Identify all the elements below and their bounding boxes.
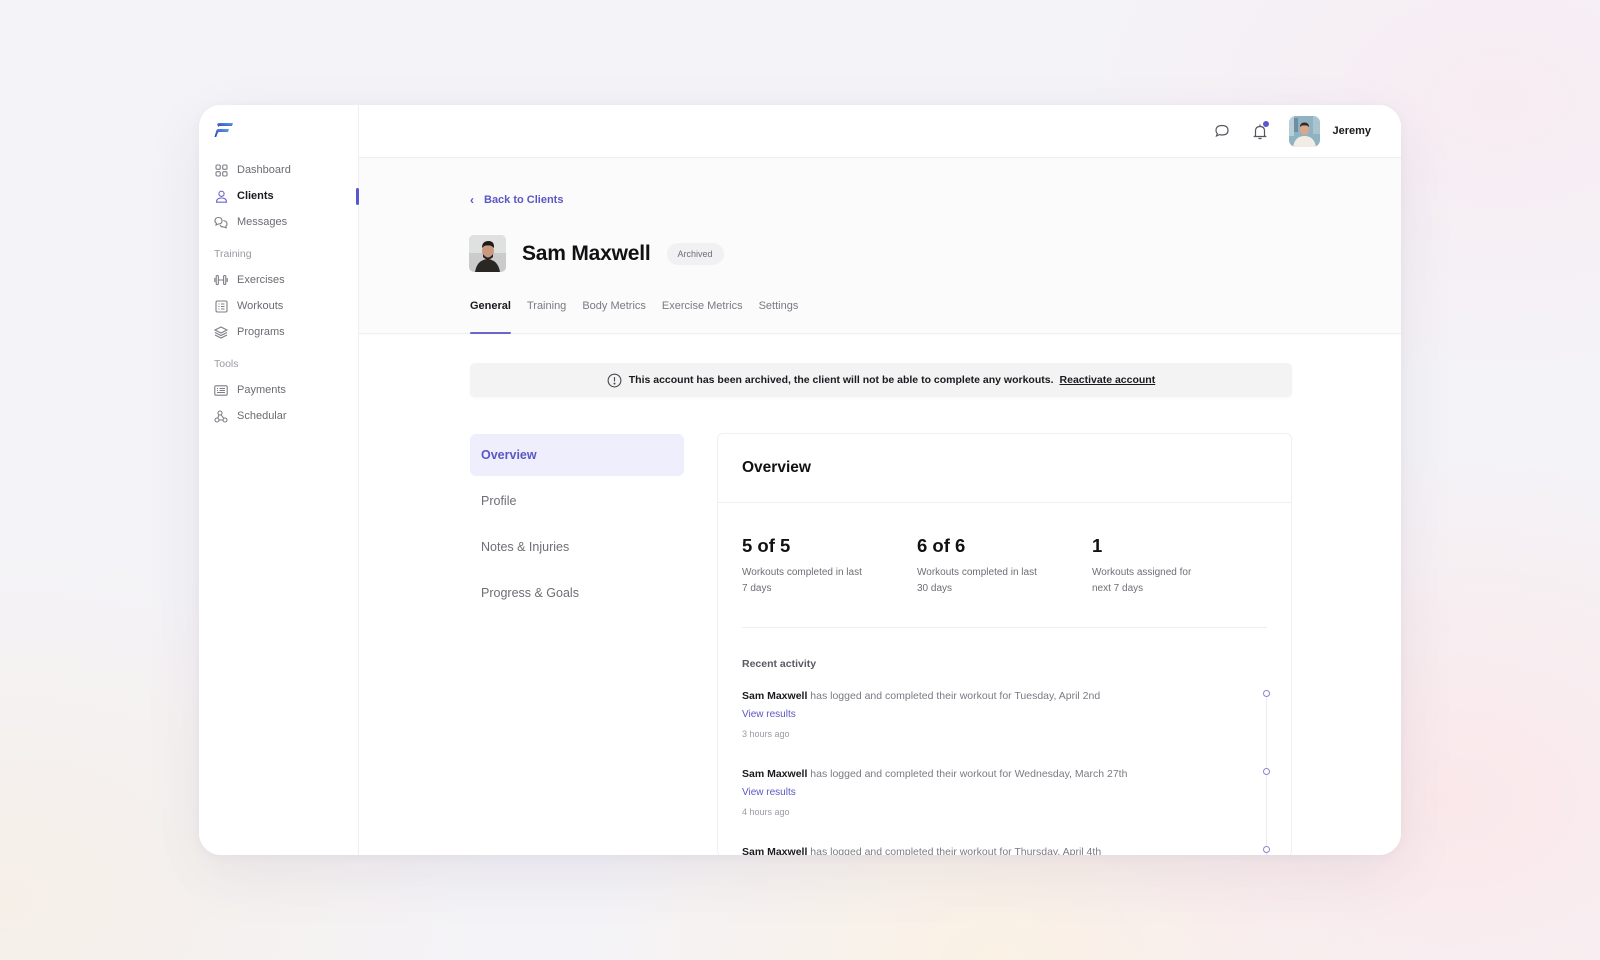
tab-general[interactable]: General [470,288,511,334]
stat-last-30-days: 6 of 6 Workouts completed in last 30 day… [917,535,1092,627]
layers-icon [214,325,228,339]
sidebar-item-label: Messages [237,216,288,228]
sidebar-item-label: Exercises [237,274,285,286]
activity-client-name: Sam Maxwell [742,846,808,855]
activity-client-name: Sam Maxwell [742,768,808,780]
sidebar-item-payments[interactable]: Payments [199,377,358,403]
main-area: Jeremy ‹ Back to Clients Sam Maxwell Arc… [359,105,1401,855]
panel-title: Overview [718,434,1291,503]
view-results-link[interactable]: View results [742,787,796,798]
chat-icon[interactable] [1213,122,1231,140]
activity-client-name: Sam Maxwell [742,690,808,702]
sidebar-nav: Dashboard Clients Messages Training Exer… [199,157,359,429]
notification-bell-icon[interactable] [1251,121,1270,140]
chat-bubbles-icon [214,215,228,229]
chevron-left-icon: ‹ [470,193,474,207]
user-avatar[interactable] [1289,115,1321,147]
reactivate-account-link[interactable]: Reactivate account [1060,374,1156,386]
tab-body-metrics[interactable]: Body Metrics [582,288,646,334]
stat-value: 6 of 6 [917,535,966,556]
sidebar-item-label: Programs [237,326,285,338]
client-title-row: Sam Maxwell Archived [469,235,724,272]
app-window: Dashboard Clients Messages Training Exer… [199,105,1401,855]
top-bar: Jeremy [359,105,1401,158]
stat-last-7-days: 5 of 5 Workouts completed in last 7 days [742,535,917,627]
tab-exercise-metrics[interactable]: Exercise Metrics [662,288,743,334]
sidebar-item-label: Schedular [237,410,287,422]
timeline-dot [1263,846,1270,853]
sidebar-item-label: Payments [237,384,286,396]
sidebar-section-tools: Tools [214,358,239,370]
alert-circle-icon [607,373,622,387]
general-subnav: Overview Profile Notes & Injuries Progre… [470,434,684,618]
status-badge: Archived [666,242,724,265]
activity-description: has logged and completed their workout f… [807,768,1128,780]
grid-icon [214,163,228,177]
tab-content: This account has been archived, the clie… [359,335,1401,855]
client-tabs: General Training Body Metrics Exercise M… [470,288,814,334]
activity-item: Sam Maxwell has logged and completed the… [742,690,1270,768]
back-to-clients-link[interactable]: ‹ Back to Clients [470,193,563,207]
tab-training[interactable]: Training [527,288,566,334]
overview-panel: Overview 5 of 5 Workouts completed in la… [717,433,1292,855]
tab-settings[interactable]: Settings [759,288,799,334]
sidebar-item-exercises[interactable]: Exercises [199,267,358,293]
client-name: Sam Maxwell [522,241,651,265]
subnav-progress-goals[interactable]: Progress & Goals [470,572,684,614]
dumbbell-icon [214,273,228,287]
user-icon [214,189,228,203]
sidebar-item-schedular[interactable]: Schedular [199,403,358,429]
list-icon [214,299,228,313]
activity-text: Sam Maxwell has logged and completed the… [742,846,1267,855]
subnav-overview[interactable]: Overview [470,434,684,476]
stat-next-7-days: 1 Workouts assigned for next 7 days [1092,535,1267,627]
sidebar-item-label: Workouts [237,300,284,312]
user-name[interactable]: Jeremy [1332,125,1371,137]
stat-value: 1 [1092,535,1103,556]
sidebar-item-programs[interactable]: Programs [199,319,358,345]
sidebar-section-training: Training [214,248,252,260]
banner-message: This account has been archived, the clie… [628,374,1054,386]
view-results-link[interactable]: View results [742,709,796,720]
app-logo-icon[interactable] [214,122,234,138]
client-avatar [469,235,506,272]
activity-text: Sam Maxwell has logged and completed the… [742,690,1267,702]
archived-banner: This account has been archived, the clie… [470,363,1292,397]
activity-description: has logged and completed their workout f… [807,690,1101,702]
activity-time: 3 hours ago [742,729,790,739]
activity-list: Sam Maxwell has logged and completed the… [742,690,1270,855]
stat-label: Workouts assigned for next 7 days [1092,567,1192,594]
subnav-profile[interactable]: Profile [470,480,684,522]
stats-row: 5 of 5 Workouts completed in last 7 days… [742,503,1267,628]
sidebar-item-messages[interactable]: Messages [199,209,358,235]
activity-item: Sam Maxwell has logged and completed the… [742,846,1270,855]
stat-value: 5 of 5 [742,535,791,556]
notification-dot [1263,121,1270,127]
timeline-dot [1263,690,1270,697]
card-icon [214,383,228,397]
activity-text: Sam Maxwell has logged and completed the… [742,768,1267,780]
timeline-dot [1263,768,1270,775]
sidebar-item-label: Clients [237,190,274,202]
stat-label: Workouts completed in last 30 days [917,567,1037,594]
recent-activity-heading: Recent activity [742,658,817,670]
activity-time: 4 hours ago [742,807,790,817]
sidebar-item-clients[interactable]: Clients [199,183,359,209]
back-link-label: Back to Clients [484,194,564,206]
nodes-icon [214,409,228,423]
subnav-notes-injuries[interactable]: Notes & Injuries [470,526,684,568]
activity-description: has logged and completed their workout f… [807,846,1102,855]
sidebar-item-label: Dashboard [237,164,291,176]
activity-item: Sam Maxwell has logged and completed the… [742,768,1270,846]
sidebar-item-dashboard[interactable]: Dashboard [199,157,358,183]
stat-label: Workouts completed in last 7 days [742,567,862,594]
client-header: ‹ Back to Clients Sam Maxwell Archived G… [359,158,1401,334]
sidebar: Dashboard Clients Messages Training Exer… [199,105,359,855]
sidebar-item-workouts[interactable]: Workouts [199,293,358,319]
